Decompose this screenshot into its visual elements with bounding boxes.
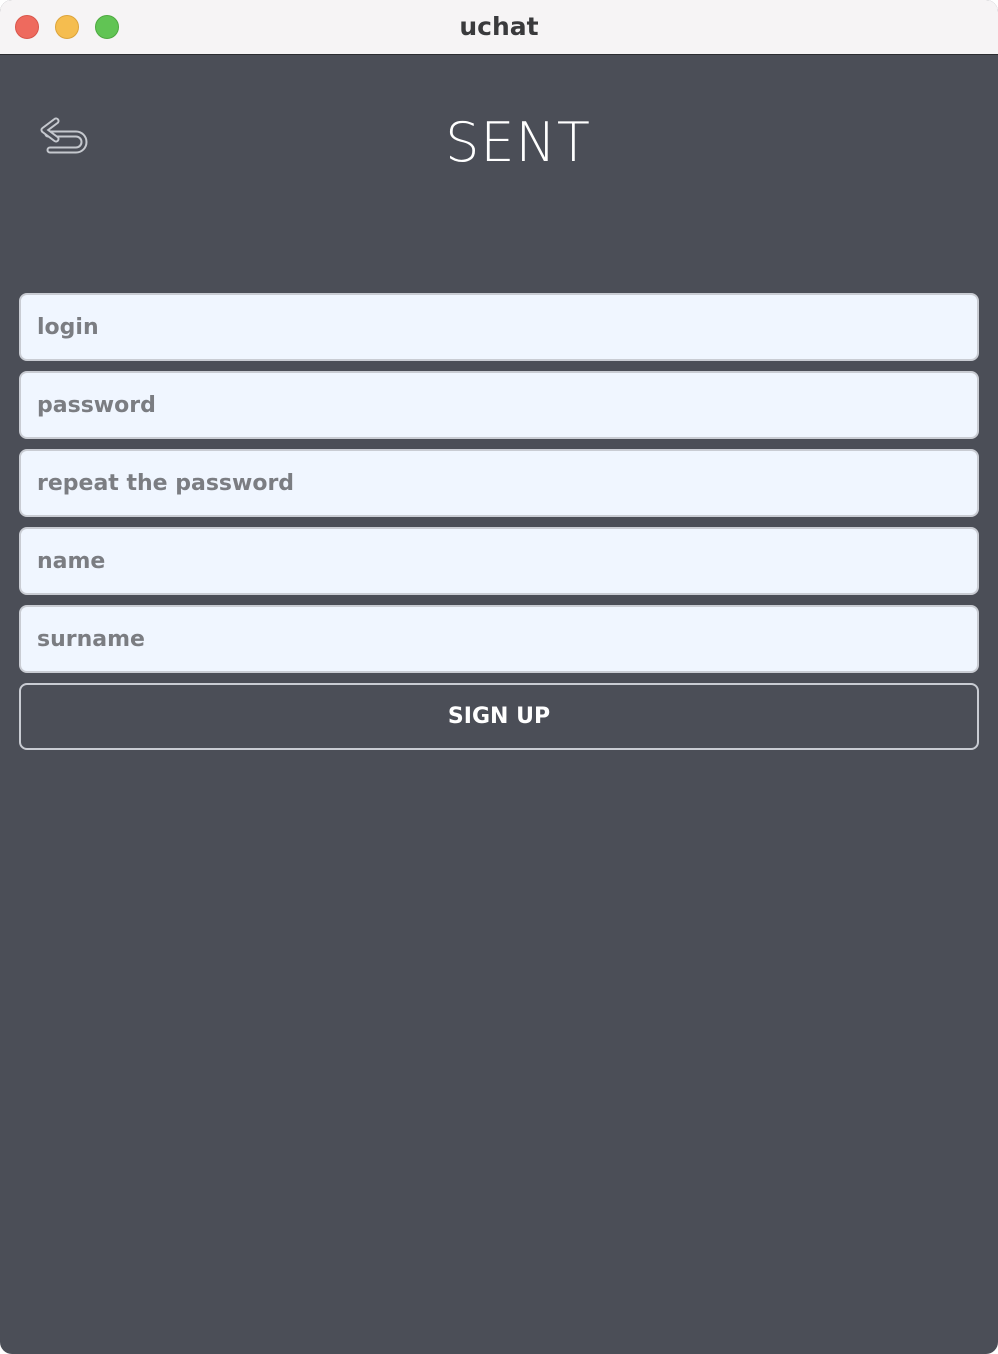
sign-up-button[interactable]: SIGN UP	[19, 683, 979, 750]
login-input[interactable]	[19, 293, 979, 361]
repeat-password-input[interactable]	[19, 449, 979, 517]
name-input[interactable]	[19, 527, 979, 595]
window-title: uchat	[459, 12, 539, 41]
titlebar: uchat	[0, 0, 998, 55]
screen-title: SENT	[445, 111, 591, 174]
password-input[interactable]	[19, 371, 979, 439]
signup-form: SIGN UP	[19, 293, 979, 750]
surname-input[interactable]	[19, 605, 979, 673]
app-window: uchat SENT SIGN UP	[0, 0, 998, 1354]
